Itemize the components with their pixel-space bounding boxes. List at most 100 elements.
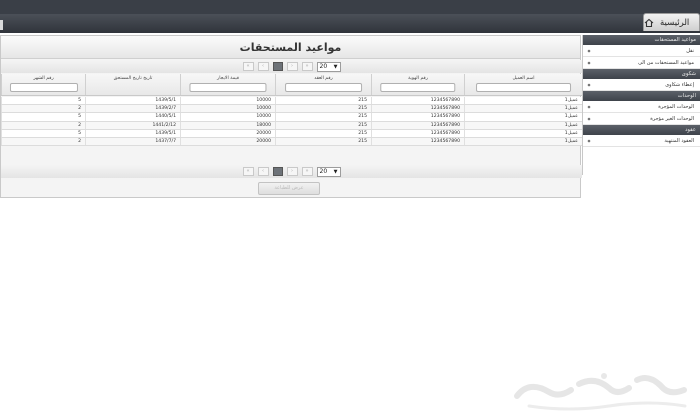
sidebar-item-label: العقود المنتهية [664,137,694,144]
prev-page-button[interactable]: › [286,167,298,176]
column-header-label: اسم العميل [512,76,535,81]
sidebar-item-label: نقل [686,47,694,54]
column-header-label: تاريخ تاريخ المستحق [113,76,153,81]
home-icon [644,18,654,27]
cell-contract-number: 215 [275,105,371,113]
column-header-label: قيمة الايجار [217,76,239,81]
page-size-value: 20 [319,168,328,175]
filter-input-month-number[interactable] [9,83,78,92]
next-page-button[interactable]: ‹ [257,167,269,176]
home-tab[interactable]: الرئيسية [643,13,700,31]
table-row[interactable]: عميل1 1234567890 215 20000 1439/5/1 5 [1,129,582,138]
haraj-watermark-logo [514,373,687,411]
sidebar-item-label: إعطاء شكاوى [665,81,694,88]
first-page-button[interactable]: » [301,167,313,176]
top-bar [0,0,700,14]
page-title: مواعيد المستحقات [1,36,580,59]
sidebar-item-complaints[interactable]: إعطاء شكاوى [583,79,700,91]
column-header-id-number: رقم الهوية [371,74,464,95]
page-size-value: 20 [319,63,328,70]
first-page-button[interactable]: » [301,62,313,71]
sidebar-item-rented-units[interactable]: الوحدات المؤجرة [583,101,700,113]
sidebar-section-header: الوحدات [583,91,700,101]
cell-due-date: 1439/5/1 [85,97,180,105]
column-header-month-number: رقم الشهر [1,74,85,95]
sidebar-item-transfer[interactable]: نقل [583,45,700,57]
cell-contract-number: 215 [275,113,371,121]
column-header-contract-number: رقم العقد [275,74,371,95]
column-header-due-date: تاريخ تاريخ المستحق [85,74,180,95]
bullet-icon [587,117,591,121]
nav-edge-marker [0,20,3,30]
cell-contract-number: 215 [275,121,371,129]
table-row[interactable]: عميل1 1234567890 215 18000 1441/2/12 2 [1,121,582,130]
column-header-client-name: اسم العميل [464,74,582,95]
column-header-label: رقم الهوية [408,76,428,81]
cell-rent-value: 10000 [180,113,275,121]
cell-rent-value: 10000 [180,105,275,113]
cell-id-number: 1234567890 [371,97,464,105]
cell-contract-number: 215 [275,137,371,146]
sidebar-section-header: عقود [583,125,700,135]
cell-due-date: 1437/7/7 [85,137,180,146]
filter-input-rent-value[interactable] [189,83,267,92]
cell-due-date: 1441/2/12 [85,121,180,129]
cell-month-number: 5 [1,129,85,137]
sidebar-item-label: الوحدات الغير مؤجرة [650,115,694,122]
last-page-button[interactable]: « [242,62,254,71]
top-pager: « ‹ › » 20 ▼ [1,60,582,73]
table-row[interactable]: عميل1 1234567890 215 10000 1440/5/1 5 [1,113,582,122]
cell-rent-value: 10000 [180,97,275,105]
sidebar-item-expired-contracts[interactable]: العقود المنتهية [583,135,700,147]
sidebar-item-label: مواعيد المستحقات من الى [638,59,694,66]
dropdown-arrow-icon: ▼ [333,168,338,175]
last-page-button[interactable]: « [242,167,254,176]
bullet-icon [587,61,591,65]
prev-page-button[interactable]: › [286,62,298,71]
print-view-button[interactable]: عرض للطباعة [258,182,320,195]
table-body: عميل1 1234567890 215 10000 1439/5/1 5 عم… [1,97,582,147]
filter-input-client-name[interactable] [475,83,572,92]
page-size-select[interactable]: 20 ▼ [316,61,341,72]
table-row[interactable]: عميل1 1234567890 215 10000 1439/2/7 2 [1,105,582,114]
next-page-button[interactable]: ‹ [257,62,269,71]
dropdown-arrow-icon: ▼ [333,63,338,70]
due-dates-panel: مواعيد المستحقات « ‹ › » 20 ▼ اسم العميل… [0,35,582,198]
cell-due-date: 1439/2/7 [85,105,180,113]
cell-due-date: 1440/5/1 [85,113,180,121]
sidebar: مواعيد المستحقات نقل مواعيد المستحقات من… [582,35,700,175]
filter-input-contract-number[interactable] [284,83,363,92]
cell-id-number: 1234567890 [371,129,464,137]
cell-id-number: 1234567890 [371,105,464,113]
bullet-icon [587,49,591,53]
column-header-label: رقم الشهر [33,76,54,81]
cell-due-date: 1439/5/1 [85,129,180,137]
sidebar-section-header: مواعيد المستحقات [583,35,700,45]
table-row[interactable]: عميل1 1234567890 215 10000 1439/5/1 5 [1,97,582,106]
cell-client-name: عميل1 [464,105,582,113]
cell-id-number: 1234567890 [371,137,464,146]
cell-client-name: عميل1 [464,113,582,121]
bullet-icon [587,139,591,143]
sidebar-section-header: شكوى [583,69,700,79]
page-size-select[interactable]: 20 ▼ [316,166,341,177]
cell-client-name: عميل1 [464,97,582,105]
current-page-indicator [272,167,283,176]
table-row[interactable]: عميل1 1234567890 215 20000 1437/7/7 2 [1,137,582,147]
cell-month-number: 5 [1,113,85,121]
sidebar-item-label: الوحدات المؤجرة [658,103,694,110]
sidebar-item-due-dates-range[interactable]: مواعيد المستحقات من الى [583,57,700,69]
cell-id-number: 1234567890 [371,113,464,121]
main-nav-bar [0,14,700,33]
bottom-pager: « ‹ › » 20 ▼ [1,165,582,178]
sidebar-item-vacant-units[interactable]: الوحدات الغير مؤجرة [583,113,700,125]
cell-contract-number: 215 [275,97,371,105]
cell-client-name: عميل1 [464,137,582,146]
cell-rent-value: 20000 [180,137,275,146]
filter-input-id-number[interactable] [380,83,456,92]
table-header: اسم العميل رقم الهوية رقم العقد قيمة الا… [1,74,582,96]
cell-client-name: عميل1 [464,129,582,137]
current-page-indicator [272,62,283,71]
home-tab-label: الرئيسية [660,17,690,28]
cell-month-number: 2 [1,121,85,129]
